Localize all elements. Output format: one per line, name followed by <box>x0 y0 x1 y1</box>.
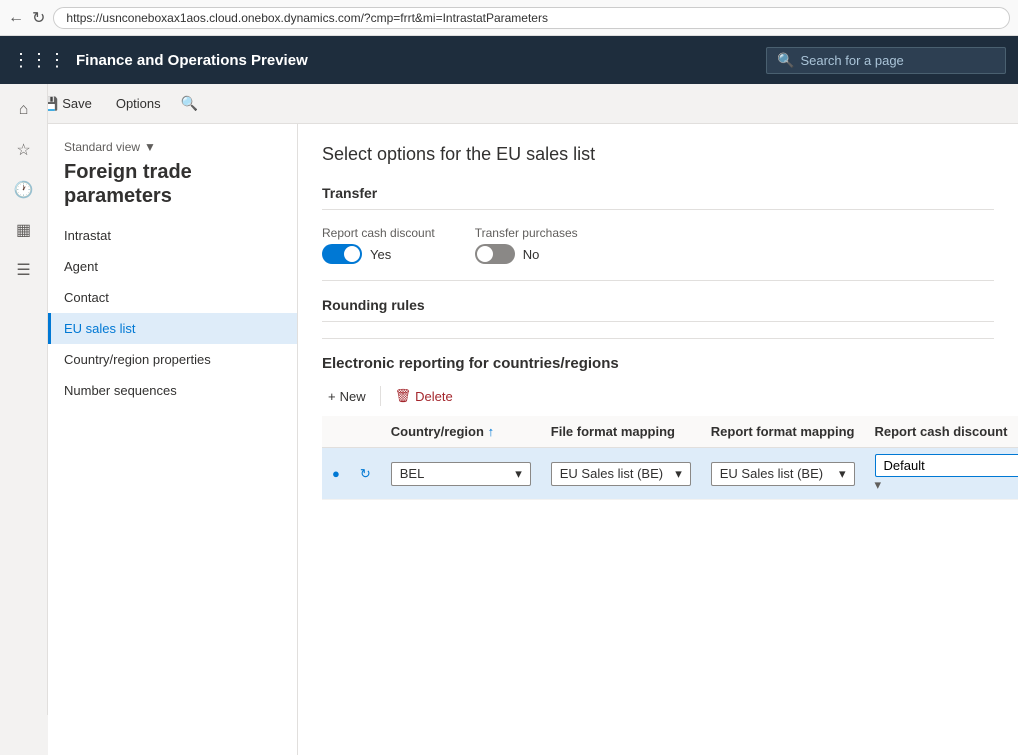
url-bar[interactable]: https://usnconeboxax1aos.cloud.onebox.dy… <box>53 7 1010 29</box>
delete-label: Delete <box>415 389 453 404</box>
col-cash-discount: Report cash discount <box>865 416 1018 448</box>
col-file-format: File format mapping <box>541 416 701 448</box>
electronic-reporting-table: Country/region ↑ File format mapping Rep… <box>322 416 1018 500</box>
sidebar-item-country-region[interactable]: Country/region properties <box>48 344 297 375</box>
sidebar-item-intrastat[interactable]: Intrastat <box>48 220 297 251</box>
trash-icon: 🗑 <box>395 388 412 404</box>
delete-button[interactable]: 🗑 Delete <box>389 384 459 408</box>
save-label: Save <box>62 96 92 111</box>
view-label: Standard view <box>64 140 140 154</box>
radio-selected-icon: ● <box>332 466 340 481</box>
new-label: New <box>340 389 366 404</box>
app-title: Finance and Operations Preview <box>76 52 756 69</box>
browser-refresh-button[interactable]: ↻ <box>32 8 45 28</box>
new-button[interactable]: + New <box>322 385 372 408</box>
country-value: BEL <box>400 466 425 481</box>
report-cash-discount-toggle-container: Yes <box>322 244 435 264</box>
table-row: ● ↻ BEL ▾ EU Sa <box>322 448 1018 500</box>
col-radio <box>322 416 350 448</box>
file-format-value: EU Sales list (BE) <box>560 466 663 481</box>
sidebar: Standard view ▼ Foreign trade parameters… <box>48 124 298 755</box>
report-format-select[interactable]: EU Sales list (BE) ▾ <box>711 462 855 486</box>
chevron-down-icon-3: ▾ <box>839 466 846 482</box>
report-format-value: EU Sales list (BE) <box>720 466 823 481</box>
transfer-purchases-label: Transfer purchases <box>475 226 578 240</box>
table-header-row: Country/region ↑ File format mapping Rep… <box>322 416 1018 448</box>
search-placeholder: Search for a page <box>800 53 903 68</box>
transfer-form-row: Report cash discount Yes Transfer purcha… <box>322 226 994 264</box>
chevron-down-icon: ▼ <box>144 140 156 154</box>
table-toolbar: + New 🗑 Delete <box>322 384 994 408</box>
rounding-rules-title: Rounding rules <box>322 297 994 322</box>
row-report-format-cell: EU Sales list (BE) ▾ <box>701 448 865 500</box>
col-refresh <box>350 416 381 448</box>
section-title: Select options for the EU sales list <box>322 144 994 165</box>
action-bar: ← 💾 Save Options 🔍 <box>0 84 1018 124</box>
sidebar-item-eu-sales-list[interactable]: EU sales list <box>48 313 297 344</box>
sidebar-item-agent[interactable]: Agent <box>48 251 297 282</box>
browser-back-button[interactable]: ← <box>8 9 24 27</box>
refresh-row-icon: ↻ <box>360 466 371 481</box>
transfer-purchases-value: No <box>523 247 540 262</box>
row-refresh-cell[interactable]: ↻ <box>350 448 381 500</box>
options-button[interactable]: Options <box>108 92 169 115</box>
row-file-format-cell: EU Sales list (BE) ▾ <box>541 448 701 500</box>
sidebar-item-number-sequences[interactable]: Number sequences <box>48 375 297 406</box>
action-search-button[interactable]: 🔍 <box>181 95 198 112</box>
plus-icon: + <box>328 389 336 404</box>
country-select[interactable]: BEL ▾ <box>391 462 531 486</box>
chevron-down-icon: ▾ <box>515 466 522 482</box>
chevron-down-icon-2: ▾ <box>675 466 682 482</box>
sidebar-item-contact[interactable]: Contact <box>48 282 297 313</box>
row-cash-discount-cell: ▾ <box>865 448 1018 500</box>
col-report-format: Report format mapping <box>701 416 865 448</box>
browser-bar: ← ↻ https://usnconeboxax1aos.cloud.onebo… <box>0 0 1018 36</box>
toolbar-separator <box>380 386 381 406</box>
section-divider-1 <box>322 280 994 281</box>
sort-asc-icon[interactable]: ↑ <box>488 424 495 439</box>
electronic-reporting-title: Electronic reporting for countries/regio… <box>322 355 994 372</box>
content-area: Select options for the EU sales list Tra… <box>298 124 1018 755</box>
row-country-cell: BEL ▾ <box>381 448 541 500</box>
section-divider-2 <box>322 338 994 339</box>
toggle-knob-2 <box>477 246 493 262</box>
report-cash-discount-toggle[interactable] <box>322 244 362 264</box>
search-box[interactable]: 🔍 Search for a page <box>766 47 1006 74</box>
cash-discount-input[interactable] <box>875 454 1018 477</box>
row-radio-cell[interactable]: ● <box>322 448 350 500</box>
report-cash-discount-value: Yes <box>370 247 391 262</box>
page-title-area: Standard view ▼ Foreign trade parameters <box>48 140 297 220</box>
col-country-region: Country/region ↑ <box>381 416 541 448</box>
grid-icon[interactable]: ⋮⋮⋮ <box>12 50 66 71</box>
transfer-purchases-field: Transfer purchases No <box>475 226 578 264</box>
report-cash-discount-field: Report cash discount Yes <box>322 226 435 264</box>
transfer-purchases-toggle-container: No <box>475 244 578 264</box>
main-layout: ⌂ ☆ 🕐 ▦ ☰ Standard view ▼ Foreign trade … <box>48 124 1018 755</box>
transfer-purchases-toggle[interactable] <box>475 244 515 264</box>
toggle-knob <box>344 246 360 262</box>
file-format-select[interactable]: EU Sales list (BE) ▾ <box>551 462 691 486</box>
page-main-title: Foreign trade parameters <box>64 160 281 208</box>
transfer-section-title: Transfer <box>322 185 994 210</box>
chevron-down-icon-4: ▾ <box>875 477 882 492</box>
search-icon: 🔍 <box>777 52 794 69</box>
view-switcher[interactable]: Standard view ▼ <box>64 140 281 154</box>
top-bar: ⋮⋮⋮ Finance and Operations Preview 🔍 Sea… <box>0 36 1018 84</box>
report-cash-discount-label: Report cash discount <box>322 226 435 240</box>
